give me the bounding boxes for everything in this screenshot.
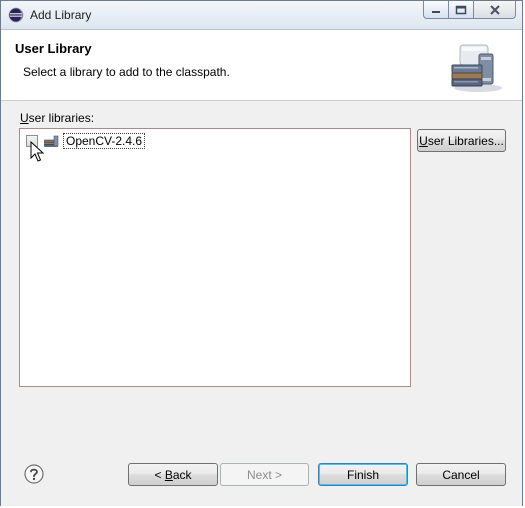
dialog-footer: < Back Next > Finish Cancel xyxy=(1,446,522,506)
user-libraries-button[interactable]: User Libraries... xyxy=(417,129,506,152)
maximize-button[interactable] xyxy=(448,1,474,19)
library-books-icon xyxy=(448,38,504,94)
minimize-button[interactable] xyxy=(423,1,449,19)
mouse-pointer-icon xyxy=(30,140,45,163)
title-bar[interactable]: Add Library xyxy=(1,1,522,30)
cancel-button[interactable]: Cancel xyxy=(416,463,506,486)
eclipse-icon xyxy=(8,7,24,23)
user-libraries-list[interactable]: OpenCV-2.4.6 xyxy=(19,128,411,387)
caption-buttons xyxy=(423,1,516,20)
page-title: User Library xyxy=(15,41,92,56)
library-name[interactable]: OpenCV-2.4.6 xyxy=(63,133,146,149)
window-title: Add Library xyxy=(30,8,92,22)
wizard-header: User Library Select a library to add to … xyxy=(1,30,522,101)
back-button[interactable]: < Back xyxy=(128,463,218,486)
user-libraries-label: User libraries: xyxy=(20,111,95,125)
dialog-body: User libraries: OpenCV-2.4.6 User Librar… xyxy=(1,101,522,446)
close-button[interactable] xyxy=(473,1,516,19)
next-button[interactable]: Next > xyxy=(220,463,309,486)
help-icon[interactable] xyxy=(24,464,44,484)
page-description: Select a library to add to the classpath… xyxy=(23,65,230,79)
finish-button[interactable]: Finish xyxy=(318,463,408,486)
library-icon xyxy=(44,135,60,147)
add-library-dialog: Add Library User Library Select a librar… xyxy=(0,0,523,506)
